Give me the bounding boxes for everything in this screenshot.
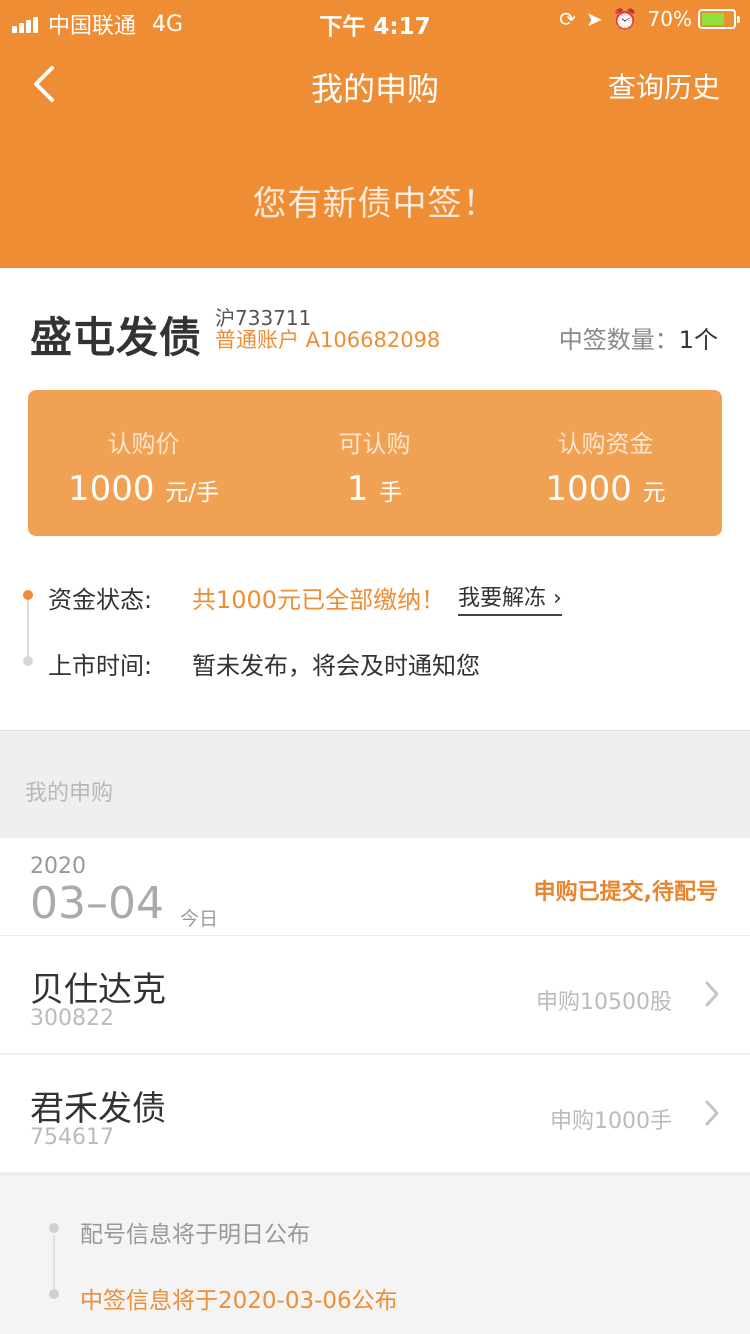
section-title: 我的申购 <box>25 781 114 806</box>
item-name: 贝仕达克 <box>30 970 166 1010</box>
unfreeze-link[interactable]: 我要解冻 › <box>458 580 562 616</box>
notice-dot <box>49 1223 59 1233</box>
date-year: 2020 <box>30 854 86 879</box>
location-icon: ➤ <box>585 7 603 31</box>
list-item[interactable]: 君禾发债 754617 申购1000手 <box>0 1055 750 1173</box>
battery-icon <box>698 9 740 29</box>
item-amount: 申购1000手 <box>550 1109 672 1134</box>
header: 中国联通 4G 下午 4:17 ⟳ ➤ ⏰ 70% 我的申购 查询历史 您有新债… <box>0 0 750 268</box>
fund-status-value: 共1000元已全部缴纳！ <box>192 586 446 614</box>
price-value: 1000 元/手 <box>67 469 220 509</box>
item-name: 君禾发债 <box>30 1089 166 1129</box>
bond-name: 盛屯发债 <box>30 313 203 362</box>
fund-value: 1000 元 <box>545 469 666 509</box>
section-header: 我的申购 <box>0 730 750 838</box>
win-banner: 您有新债中签！ <box>252 184 498 224</box>
timeline-dot-active <box>23 590 33 600</box>
date-month-day: 03–04 <box>30 878 164 929</box>
subscription-status: 申购已提交,待配号 <box>533 880 718 905</box>
listing-label: 上市时间: <box>48 652 153 680</box>
quantity-label: 可认购 <box>338 430 411 458</box>
price-label: 认购价 <box>107 430 180 458</box>
listing-value: 暂未发布，将会及时通知您 <box>192 652 480 680</box>
quantity-value: 1 手 <box>346 469 403 509</box>
item-code: 754617 <box>30 1125 114 1150</box>
timeline-dot <box>23 656 33 666</box>
bond-card: 盛屯发债 沪733711 普通账户 A106682098 中签数量：1个 认购价… <box>0 268 750 730</box>
fund-status-label: 资金状态: <box>48 586 153 614</box>
chevron-right-icon <box>705 1100 719 1126</box>
notice-timeline: 配号信息将于明日公布 中签信息将于2020-03-06公布 <box>0 1174 750 1334</box>
list-item[interactable]: 贝仕达克 300822 申购10500股 <box>0 936 750 1054</box>
quantity-col: 可认购 1 手 <box>259 424 490 509</box>
fund-label: 认购资金 <box>557 430 654 458</box>
status-bar: 中国联通 4G 下午 4:17 ⟳ ➤ ⏰ 70% <box>0 0 750 40</box>
item-amount: 申购10500股 <box>536 990 672 1015</box>
chevron-right-icon <box>705 981 719 1007</box>
date-group-header: 2020 03–04 今日 申购已提交,待配号 <box>0 838 750 936</box>
notice-dot <box>49 1289 59 1299</box>
account-number: 普通账户 A106682098 <box>215 328 441 352</box>
allocation-notice: 配号信息将于明日公布 <box>80 1222 310 1248</box>
fund-col: 认购资金 1000 元 <box>490 424 721 509</box>
rotation-lock-icon: ⟳ <box>559 7 576 31</box>
win-count: 中签数量：1个 <box>559 320 718 355</box>
subscription-summary: 认购价 1000 元/手 可认购 1 手 认购资金 1000 元 <box>28 390 722 536</box>
today-label: 今日 <box>180 908 219 930</box>
win-count-label: 中签数量： <box>558 326 679 354</box>
nav-bar: 我的申购 查询历史 <box>0 44 750 124</box>
query-history-link[interactable]: 查询历史 <box>608 66 720 106</box>
battery-percent: 70% <box>647 7 692 31</box>
price-col: 认购价 1000 元/手 <box>28 424 259 509</box>
win-count-value: 1个 <box>678 326 718 354</box>
item-code: 300822 <box>30 1006 114 1031</box>
lottery-notice: 中签信息将于2020-03-06公布 <box>80 1288 398 1314</box>
alarm-icon: ⏰ <box>612 7 638 31</box>
